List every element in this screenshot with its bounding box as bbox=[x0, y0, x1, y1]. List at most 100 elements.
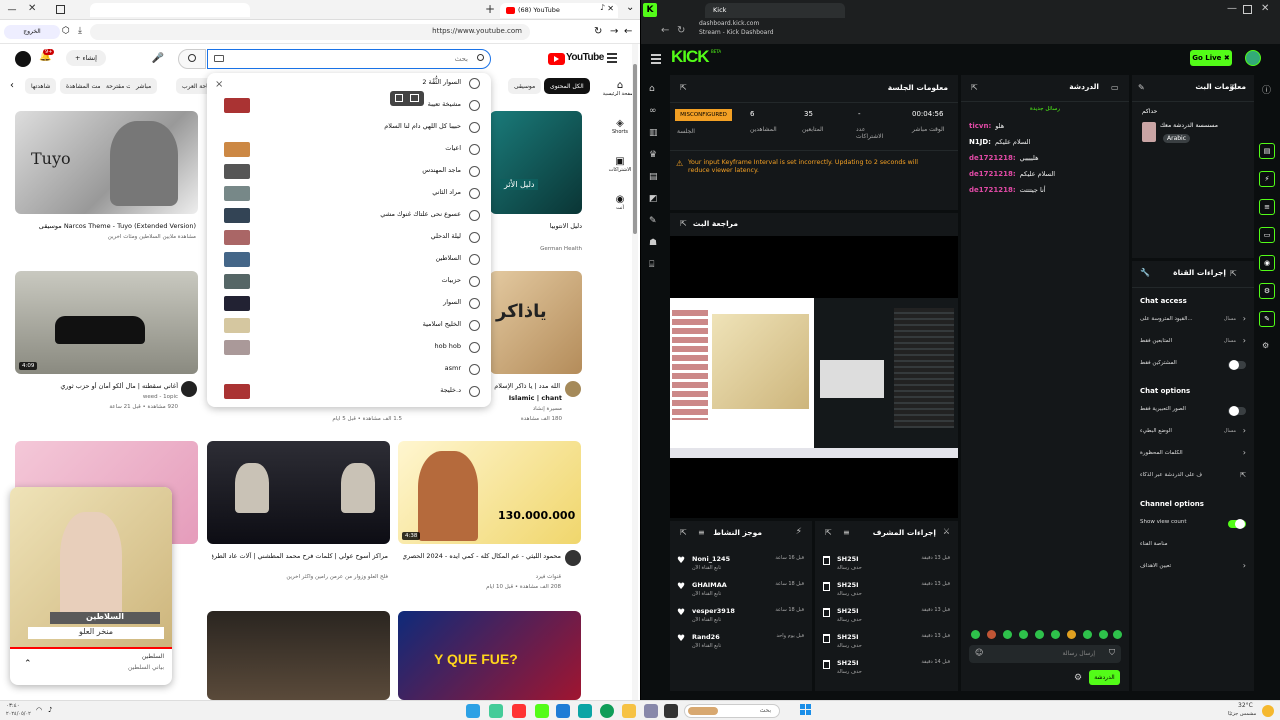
chat-username[interactable]: de1721218: bbox=[969, 154, 1016, 162]
minimize-icon[interactable]: — bbox=[6, 4, 18, 16]
suggestion-item[interactable]: hob hob bbox=[207, 337, 491, 359]
suggestion-item[interactable]: اعيات bbox=[207, 139, 491, 161]
video-thumbnail[interactable] bbox=[207, 611, 390, 700]
emote-icon[interactable] bbox=[1083, 630, 1092, 639]
mod-action-item[interactable]: SH25I حذف رسالة قبل 13 دقيقة bbox=[815, 630, 958, 654]
settings-icon[interactable]: ⚙ bbox=[1262, 341, 1269, 350]
suggestion-item[interactable]: حبيبا كل اللهي دام لنا السلام bbox=[207, 117, 491, 139]
emote-icon[interactable] bbox=[1051, 630, 1060, 639]
toggle-switch[interactable] bbox=[1228, 360, 1246, 370]
video-thumbnail[interactable]: ياذاكر bbox=[490, 271, 582, 374]
quick-action-icon[interactable]: ⚡ bbox=[1259, 171, 1275, 187]
profile-button[interactable]: الخروج bbox=[4, 25, 60, 39]
mod-action-item[interactable]: SH25I حذف رسالة قبل 13 دقيقة bbox=[815, 578, 958, 602]
activity-item[interactable]: ♥ Noni_1245 تابع القناة الآن قبل 16 ساعة bbox=[670, 552, 812, 576]
filter-icon[interactable]: ≡ bbox=[698, 528, 705, 537]
mini-player[interactable]: السلاطين منخر العلو ⌃ السلطين بياني السل… bbox=[10, 487, 172, 685]
popout-icon[interactable]: ⇱ bbox=[1230, 269, 1237, 278]
suggestion-item[interactable]: د.خليجة bbox=[207, 381, 491, 403]
setting-row[interactable]: الصور التعبيرية فقط bbox=[1132, 403, 1254, 419]
quick-action-icon[interactable]: ▭ bbox=[1259, 227, 1275, 243]
popout-icon[interactable]: ⇱ bbox=[971, 83, 978, 92]
popout-icon[interactable]: ⇱ bbox=[680, 219, 687, 228]
video-thumbnail[interactable]: Y QUE FUE? bbox=[398, 611, 581, 700]
popout-icon[interactable]: ⇱ bbox=[825, 528, 832, 537]
setting-row[interactable]: الكلمات المحظورة › bbox=[1132, 447, 1254, 463]
user-avatar[interactable] bbox=[1245, 50, 1261, 66]
emote-icon[interactable] bbox=[1067, 630, 1076, 639]
chat-message[interactable]: de1721218: هلييييي bbox=[969, 153, 1124, 165]
setting-row[interactable]: القيود المتروسة على... مسال › bbox=[1132, 313, 1254, 329]
chat-message[interactable]: de1721218: أنا جيتتتت bbox=[969, 185, 1124, 197]
emote-icon[interactable] bbox=[1019, 630, 1028, 639]
settings-gear-icon[interactable]: ⚙ bbox=[1074, 673, 1082, 683]
chips-prev-icon[interactable]: ‹ bbox=[10, 80, 14, 91]
quick-action-icon[interactable]: ⚙ bbox=[1259, 283, 1275, 299]
refresh-icon[interactable]: ↻ bbox=[594, 26, 602, 37]
channel-avatar[interactable] bbox=[181, 381, 197, 397]
chevron-right-icon[interactable]: › bbox=[1243, 561, 1246, 570]
extensions-icon[interactable]: ⬡ bbox=[62, 26, 70, 36]
forward-icon[interactable]: → bbox=[610, 26, 618, 37]
chip-all[interactable]: الكل المحتوى bbox=[544, 78, 590, 94]
quick-action-icon[interactable]: ◉ bbox=[1259, 255, 1275, 271]
youtube-logo-icon[interactable] bbox=[548, 53, 565, 65]
taskbar-app-icon[interactable] bbox=[644, 704, 658, 718]
channel-avatar[interactable] bbox=[565, 381, 581, 397]
taskbar-search[interactable]: بحث bbox=[684, 704, 780, 718]
link-icon[interactable]: ∞ bbox=[649, 106, 657, 116]
suggestion-item[interactable]: مراد الثاني bbox=[207, 183, 491, 205]
video-thumbnail[interactable]: 4:09 bbox=[15, 271, 198, 374]
video-icon[interactable]: ▤ bbox=[649, 172, 658, 182]
setting-row[interactable]: المتابعين فقط مسال › bbox=[1132, 335, 1254, 351]
video-title[interactable]: دليل الانتوبيا bbox=[492, 222, 582, 230]
scrollbar[interactable] bbox=[632, 44, 638, 700]
video-title[interactable]: Islamic | chant bbox=[492, 394, 562, 402]
quick-action-icon[interactable]: ▤ bbox=[1259, 143, 1275, 159]
emote-icon[interactable] bbox=[971, 630, 980, 639]
suggestion-item[interactable]: ليلة الدحلي bbox=[207, 227, 491, 249]
url-field[interactable]: https://www.youtube.com bbox=[90, 24, 530, 40]
chart-icon[interactable]: ◩ bbox=[649, 194, 658, 204]
video-thumbnail[interactable]: 130.000.000 4:38 bbox=[398, 441, 581, 544]
chat-send-button[interactable]: الدردشة bbox=[1089, 670, 1120, 685]
close-window-icon[interactable]: ✕ bbox=[28, 3, 36, 14]
toggle-switch[interactable] bbox=[1228, 406, 1246, 416]
suggestion-item[interactable]: عسوع نحى علتاك غنوك مشي bbox=[207, 205, 491, 227]
suggestion-item[interactable]: ماجد المهندس bbox=[207, 161, 491, 183]
kick-menu-icon[interactable] bbox=[651, 54, 661, 64]
search-input[interactable] bbox=[207, 49, 491, 69]
emote-icon[interactable] bbox=[1099, 630, 1108, 639]
taskbar-edge-icon[interactable] bbox=[600, 704, 614, 718]
chat-username[interactable]: ticvn: bbox=[969, 122, 991, 130]
video-title[interactable]: Narcos Theme - Tuyo (Extended Version) م… bbox=[20, 222, 196, 230]
video-title[interactable]: مراكز أسوح عولي | كلمات فرح محمد المطشني… bbox=[212, 552, 388, 560]
tab-close-icon[interactable]: ✕ bbox=[607, 4, 614, 13]
video-thumbnail[interactable]: دليل الأثر bbox=[490, 111, 582, 214]
back-icon[interactable]: ← bbox=[661, 25, 669, 36]
restore-icon[interactable] bbox=[54, 3, 68, 17]
quick-action-icon[interactable]: ✎ bbox=[1259, 311, 1275, 327]
taskbar-app-icon[interactable] bbox=[664, 704, 678, 718]
search-input-field[interactable] bbox=[228, 52, 468, 65]
chat-message[interactable]: ticvn: هلو bbox=[969, 121, 1124, 133]
edit-icon[interactable]: ✎ bbox=[1138, 83, 1145, 92]
activity-item[interactable]: ♥ Rand26 تابع القناة الآن قبل يوم واحد bbox=[670, 630, 812, 654]
back-icon[interactable]: ← bbox=[624, 26, 632, 37]
keyboard-icon[interactable] bbox=[214, 55, 224, 62]
close-window-icon[interactable]: ✕ bbox=[1261, 3, 1269, 14]
chip[interactable]: موسيقى bbox=[508, 78, 542, 94]
download-icon[interactable]: ⤓ bbox=[78, 26, 82, 36]
suggestion-item[interactable]: السوار bbox=[207, 293, 491, 315]
chip[interactable]: مباشر bbox=[130, 78, 158, 94]
notifications-icon[interactable]: 🔔 9+ bbox=[39, 49, 55, 65]
setting-row[interactable]: Show view count bbox=[1132, 516, 1254, 532]
maximize-icon[interactable] bbox=[1243, 5, 1252, 14]
setting-row[interactable]: الإشراف على الدردشة عبر الذكاء ⇱ bbox=[1132, 469, 1254, 485]
emote-icon[interactable] bbox=[1003, 630, 1012, 639]
chevron-right-icon[interactable]: › bbox=[1243, 448, 1246, 457]
emote-icon[interactable] bbox=[1113, 630, 1122, 639]
home-icon[interactable]: ⌂ bbox=[649, 84, 655, 94]
chip[interactable]: شاهدتها bbox=[25, 78, 57, 94]
wifi-icon[interactable]: ◠ bbox=[36, 706, 42, 714]
